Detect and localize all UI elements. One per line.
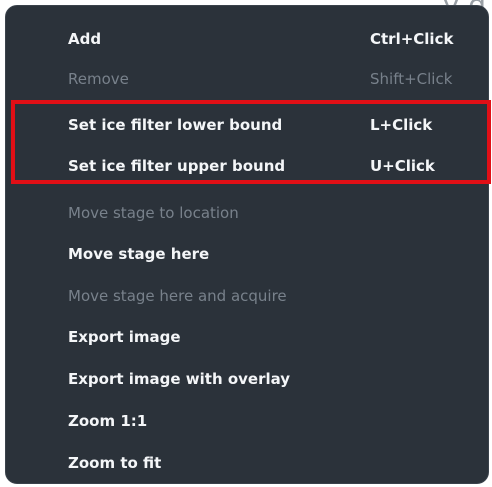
menu-item-zoom-to-fit[interactable]: Zoom to fit: [6, 446, 488, 480]
menu-item-move-stage-here[interactable]: Move stage here: [6, 237, 488, 271]
menu-item-label: Move stage here and acquire: [68, 287, 287, 305]
menu-item-label: Zoom 1:1: [68, 412, 148, 430]
menu-item-move-stage-here-and-acquire[interactable]: Move stage here and acquire: [6, 279, 488, 313]
menu-item-move-stage-to-location[interactable]: Move stage to location: [6, 196, 488, 230]
menu-item-shortcut: Ctrl+Click: [370, 30, 454, 48]
menu-item-label: Add: [68, 30, 102, 48]
menu-item-label: Move stage to location: [68, 204, 239, 222]
menu-item-zoom-1-1[interactable]: Zoom 1:1: [6, 404, 488, 438]
menu-item-export-image-with-overlay[interactable]: Export image with overlay: [6, 362, 488, 396]
highlight-annotation-box: [11, 100, 491, 184]
menu-item-label: Export image with overlay: [68, 370, 291, 388]
menu-item-label: Export image: [68, 328, 181, 346]
menu-item-label: Remove: [68, 70, 129, 88]
menu-item-label: Move stage here: [68, 245, 210, 263]
menu-item-shortcut: Shift+Click: [370, 70, 453, 88]
menu-item-add[interactable]: Add Ctrl+Click: [6, 22, 488, 56]
context-menu: Add Ctrl+Click Remove Shift+Click Set ic…: [5, 5, 489, 484]
menu-item-export-image[interactable]: Export image: [6, 320, 488, 354]
menu-item-remove[interactable]: Remove Shift+Click: [6, 62, 488, 96]
menu-item-label: Zoom to fit: [68, 454, 162, 472]
